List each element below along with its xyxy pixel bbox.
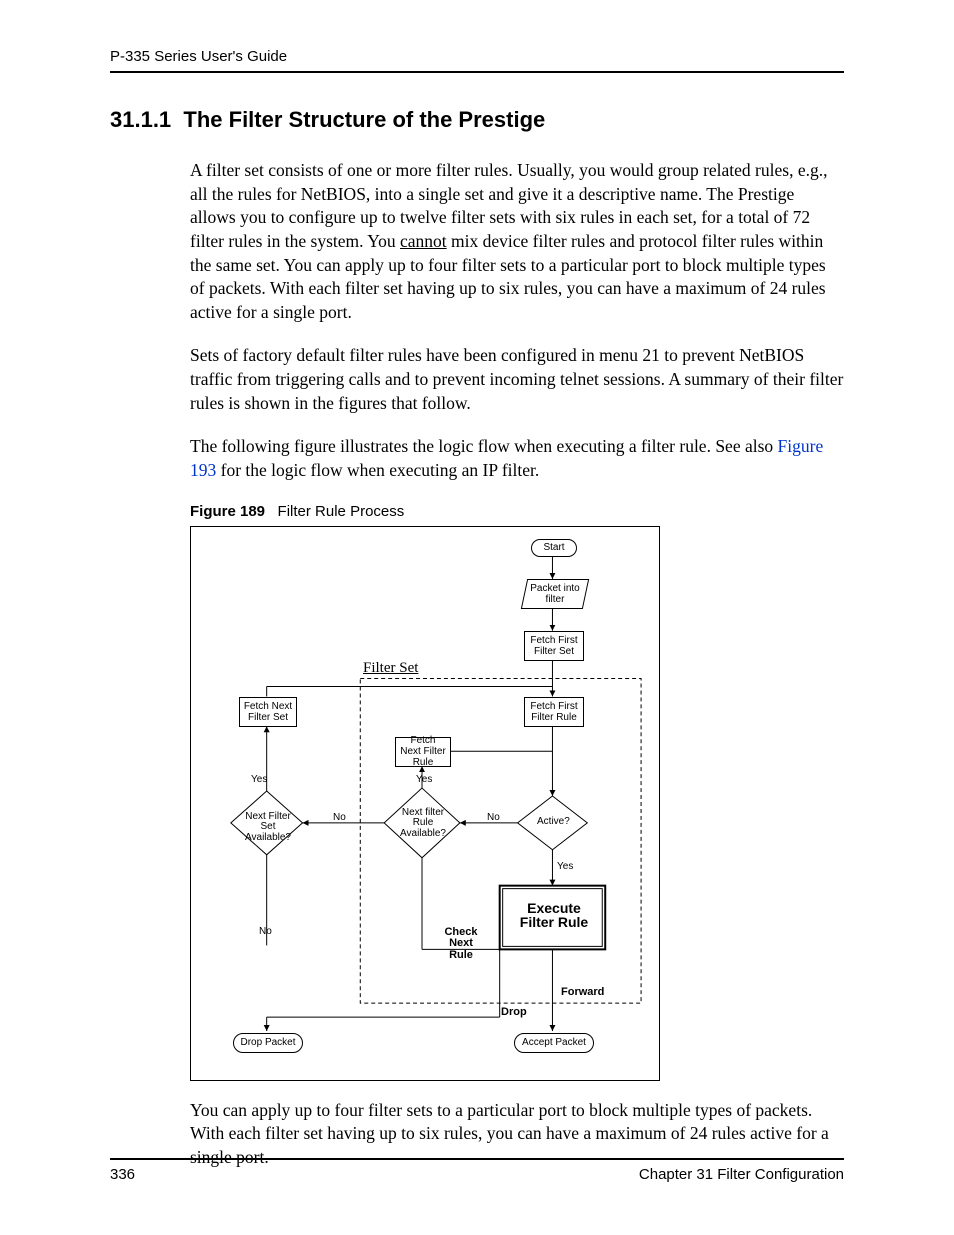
section-title-text: The Filter Structure of the Prestige bbox=[183, 107, 545, 132]
figure-label: Figure 189 bbox=[190, 503, 265, 520]
node-start: Start bbox=[531, 539, 577, 557]
paragraph-1: A filter set consists of one or more fil… bbox=[190, 159, 844, 324]
paragraph-3: The following figure illustrates the log… bbox=[190, 435, 844, 482]
paragraph-1-cannot: cannot bbox=[400, 231, 447, 251]
node-active-label: Active? bbox=[537, 817, 570, 828]
body-block: A filter set consists of one or more fil… bbox=[190, 159, 844, 1169]
running-header: P-335 Series User's Guide bbox=[110, 48, 844, 73]
page-footer: 336 Chapter 31 Filter Configuration bbox=[110, 1158, 844, 1183]
paragraph-3a: The following figure illustrates the log… bbox=[190, 436, 778, 456]
filter-set-group-title: Filter Set bbox=[363, 661, 418, 677]
edge-yes-1: Yes bbox=[557, 862, 573, 873]
node-accept-packet: Accept Packet bbox=[514, 1033, 594, 1053]
paragraph-3b: for the logic flow when executing an IP … bbox=[216, 460, 539, 480]
edge-no-3: No bbox=[259, 927, 272, 938]
chapter-label: Chapter 31 Filter Configuration bbox=[639, 1166, 844, 1183]
node-packet-into-filter: Packet into filter bbox=[521, 579, 589, 609]
figure-189-flowchart: Start Packet into filter Fetch First Fil… bbox=[190, 526, 660, 1081]
document-page: P-335 Series User's Guide 31.1.1 The Fil… bbox=[0, 0, 954, 1235]
node-fetch-next-rule: Fetch Next Filter Rule bbox=[395, 737, 451, 767]
section-heading: 31.1.1 The Filter Structure of the Prest… bbox=[110, 107, 844, 133]
edge-yes-3: Yes bbox=[251, 775, 267, 786]
figure-caption-text: Filter Rule Process bbox=[278, 503, 405, 520]
label-forward: Forward bbox=[561, 987, 604, 999]
page-number: 336 bbox=[110, 1166, 135, 1183]
node-drop-packet: Drop Packet bbox=[233, 1033, 303, 1053]
edge-no-2: No bbox=[333, 813, 346, 824]
node-execute: Execute Filter Rule bbox=[512, 901, 596, 930]
section-number: 31.1.1 bbox=[110, 107, 171, 132]
label-drop: Drop bbox=[501, 1007, 527, 1019]
edge-no-1: No bbox=[487, 813, 500, 824]
paragraph-2: Sets of factory default filter rules hav… bbox=[190, 344, 844, 415]
edge-yes-2: Yes bbox=[416, 775, 432, 786]
node-fetch-first-rule: Fetch First Filter Rule bbox=[524, 697, 584, 727]
node-next-set-avail-label: Next Filter Set Available? bbox=[237, 812, 299, 844]
node-fetch-first-set: Fetch First Filter Set bbox=[524, 631, 584, 661]
label-check-next-rule: Check Next Rule bbox=[441, 927, 481, 962]
node-next-rule-avail-label: Next filter Rule Available? bbox=[399, 808, 447, 840]
node-fetch-next-set: Fetch Next Filter Set bbox=[239, 697, 297, 727]
figure-caption: Figure 189 Filter Rule Process bbox=[190, 503, 844, 520]
